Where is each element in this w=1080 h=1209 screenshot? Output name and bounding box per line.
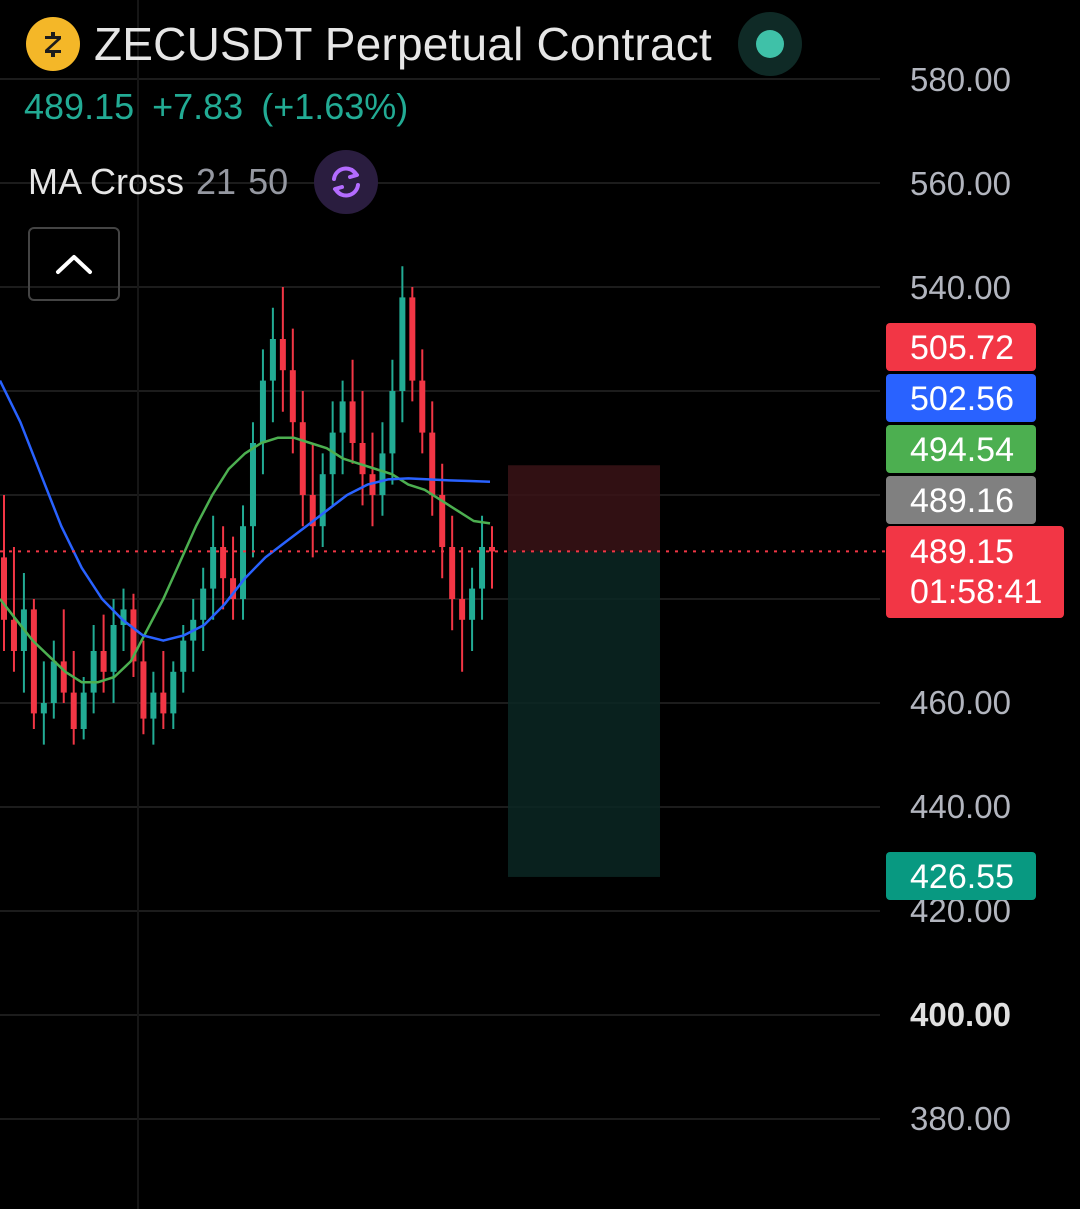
candlestick-series: [1, 266, 495, 745]
candle-body: [399, 297, 406, 391]
candle-body: [200, 588, 207, 620]
stop-loss-zone: [508, 465, 660, 552]
candle-body: [10, 619, 17, 651]
candle-body: [479, 547, 486, 589]
ma-slow-line: [0, 380, 491, 642]
current-price-value: 489.15: [910, 533, 1014, 571]
current-price-tag: 489.15 01:58:41: [886, 526, 1064, 618]
candle-body: [1, 557, 7, 620]
candle-body: [389, 391, 396, 454]
refresh-icon[interactable]: [314, 150, 379, 214]
axis-label: 380.00: [910, 1100, 1011, 1137]
candle-body: [110, 625, 117, 672]
candle-body: [459, 599, 466, 620]
candle-body: [240, 526, 247, 599]
candle-body: [489, 547, 495, 552]
candle-body: [259, 380, 266, 443]
indicator-name: MA Cross: [28, 161, 185, 202]
candle-body: [40, 703, 47, 714]
ma-slow-price-tag: 502.56: [886, 374, 1036, 422]
mark-price-tag: 489.16: [886, 476, 1036, 524]
axis-label: 580.00: [910, 61, 1011, 98]
candle-body: [429, 432, 436, 495]
candle-body: [60, 661, 67, 693]
candle-body: [90, 651, 97, 693]
candle-body: [50, 661, 57, 703]
indicator-slow-period: 50: [248, 161, 289, 202]
candle-body: [269, 339, 276, 381]
price-change: +7.83: [152, 86, 244, 127]
zcash-coin-icon[interactable]: [26, 17, 80, 71]
candle-body: [449, 547, 456, 599]
candle-body: [210, 547, 217, 589]
candle-body: [319, 474, 326, 527]
candle-body: [100, 651, 107, 672]
candle-body: [299, 422, 306, 495]
candle-body: [160, 692, 167, 714]
axis-label: 440.00: [910, 788, 1011, 825]
candle-body: [469, 588, 476, 620]
indicator-legend[interactable]: MA Cross 21 50: [28, 150, 379, 214]
candle-body: [140, 661, 147, 719]
take-profit-price-tag[interactable]: 426.55: [886, 852, 1036, 900]
symbol-title[interactable]: ZECUSDT Perpetual Contract: [94, 17, 712, 71]
collapse-legend-button[interactable]: [28, 227, 120, 301]
axis-label-bold: 400.00: [910, 996, 1011, 1033]
take-profit-zone: [508, 551, 660, 877]
chevron-up-icon: [56, 255, 92, 274]
candle-body: [379, 453, 386, 495]
candle-body: [150, 692, 157, 719]
ma-fast-price-tag: 494.54: [886, 425, 1036, 473]
axis-label: 460.00: [910, 684, 1011, 721]
candle-body: [249, 443, 256, 527]
candle-countdown: 01:58:41: [910, 573, 1043, 611]
candle-body: [180, 640, 187, 672]
symbol-header: ZECUSDT Perpetual Contract: [26, 12, 802, 76]
quote-row: 489.15 +7.83 (+1.63%): [24, 86, 426, 128]
candle-body: [289, 370, 296, 423]
live-status-dot: [755, 30, 784, 58]
candle-body: [419, 380, 426, 433]
price-change-pct: (+1.63%): [261, 86, 409, 127]
axis-label: 560.00: [910, 165, 1011, 202]
candle-body: [279, 339, 286, 371]
position-zones: [508, 465, 660, 877]
last-price: 489.15: [24, 86, 135, 127]
stop-loss-price-tag[interactable]: 505.72: [886, 323, 1036, 371]
axis-label: 540.00: [910, 269, 1011, 306]
live-status-icon: [737, 12, 802, 76]
candle-body: [30, 609, 37, 714]
candle-body: [170, 671, 177, 714]
candle-body: [359, 443, 366, 475]
candle-body: [80, 692, 87, 729]
candle-body: [409, 297, 416, 381]
candle-body: [349, 401, 356, 443]
candle-body: [339, 401, 346, 433]
candle-body: [70, 692, 77, 729]
indicator-fast-period: 21: [196, 161, 237, 202]
